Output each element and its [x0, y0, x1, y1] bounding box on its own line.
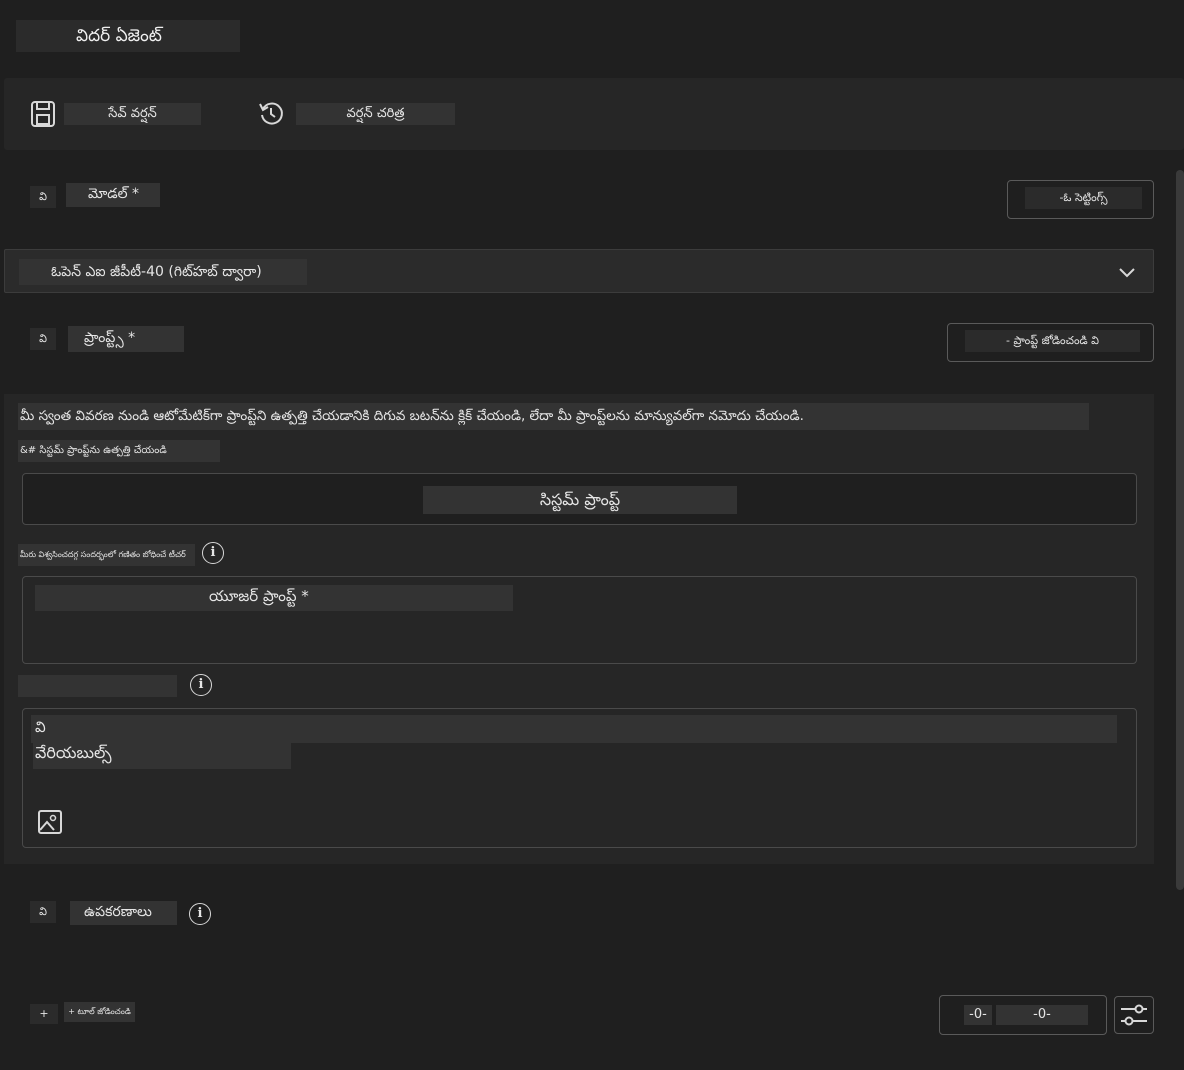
model-selected-value: ఓపెన్ ఎఐ జీపీటీ-40 (గిట్‌హబ్ ద్వారా)	[19, 259, 307, 285]
chevron-down-icon[interactable]	[1117, 264, 1137, 278]
tool-counter-b: -0-	[996, 1005, 1088, 1025]
model-collapse-toggle[interactable]: వి	[30, 186, 56, 208]
prompt-description: మీ స్వంత వివరణ నుండి ఆటోమేటిక్‌గా ప్రాంప…	[18, 403, 1089, 430]
tools-label: ఉపకరణాలు	[70, 901, 177, 925]
add-prompt-button[interactable]: - ప్రాంప్ట్ జోడించండి వి	[947, 323, 1154, 362]
generate-system-prompt-link[interactable]: &# సిస్టమ్ ప్రాంప్ట్‌ను ఉత్పత్తి చేయండి	[18, 440, 220, 462]
version-history-button[interactable]: వర్షన్ చరిత్ర	[296, 103, 455, 125]
model-settings-label: -ఓ సెట్టింగ్స్	[1025, 187, 1142, 209]
history-icon[interactable]	[258, 100, 284, 126]
tools-collapse-toggle[interactable]: వి	[30, 901, 56, 923]
variables-header-bar	[31, 715, 1117, 743]
save-icon[interactable]	[30, 100, 56, 128]
save-version-button[interactable]: సేవ్ వర్షన్	[64, 103, 201, 125]
info-icon[interactable]: i	[190, 674, 212, 696]
scrollbar[interactable]	[1176, 170, 1184, 890]
model-settings-button[interactable]: -ఓ సెట్టింగ్స్	[1007, 180, 1154, 219]
variables-label: వేరియబుల్స్	[33, 743, 291, 769]
user-prompt-hint: మీరు విశ్వసించదగ్గ సందర్భంలో గణితం బోధిం…	[18, 544, 195, 566]
info-icon[interactable]: i	[189, 903, 211, 925]
variables-bullet: వి	[35, 718, 46, 736]
image-icon[interactable]	[37, 809, 63, 835]
system-prompt-input[interactable]: సిస్టమ్ ప్రాంప్ట్	[22, 473, 1137, 525]
prompts-label: ప్రాంప్ట్స్ *	[68, 326, 184, 352]
variables-input[interactable]: వి వేరియబుల్స్	[22, 708, 1137, 848]
tool-counter-a: -0-	[964, 1005, 992, 1025]
page-title: విదర్ ఏజెంట్	[16, 20, 240, 52]
user-prompt-label: యూజర్ ప్రాంప్ట్ *	[35, 585, 513, 611]
sliders-icon[interactable]	[1114, 996, 1154, 1034]
system-prompt-label: సిస్టమ్ ప్రాంప్ట్	[423, 486, 737, 514]
add-tool-icon[interactable]: +	[30, 1004, 58, 1024]
info-icon[interactable]: i	[202, 542, 224, 564]
variables-hint	[18, 675, 177, 697]
model-label: మోడల్ *	[66, 183, 160, 207]
add-tool-button[interactable]: + టూల్ జోడించండి	[64, 1002, 135, 1022]
add-prompt-label: - ప్రాంప్ట్ జోడించండి వి	[965, 330, 1140, 352]
tool-counter: -0- -0-	[939, 995, 1107, 1035]
model-select[interactable]: ఓపెన్ ఎఐ జీపీటీ-40 (గిట్‌హబ్ ద్వారా)	[4, 249, 1154, 293]
user-prompt-input[interactable]: యూజర్ ప్రాంప్ట్ *	[22, 576, 1137, 664]
prompts-collapse-toggle[interactable]: వి	[30, 328, 56, 350]
